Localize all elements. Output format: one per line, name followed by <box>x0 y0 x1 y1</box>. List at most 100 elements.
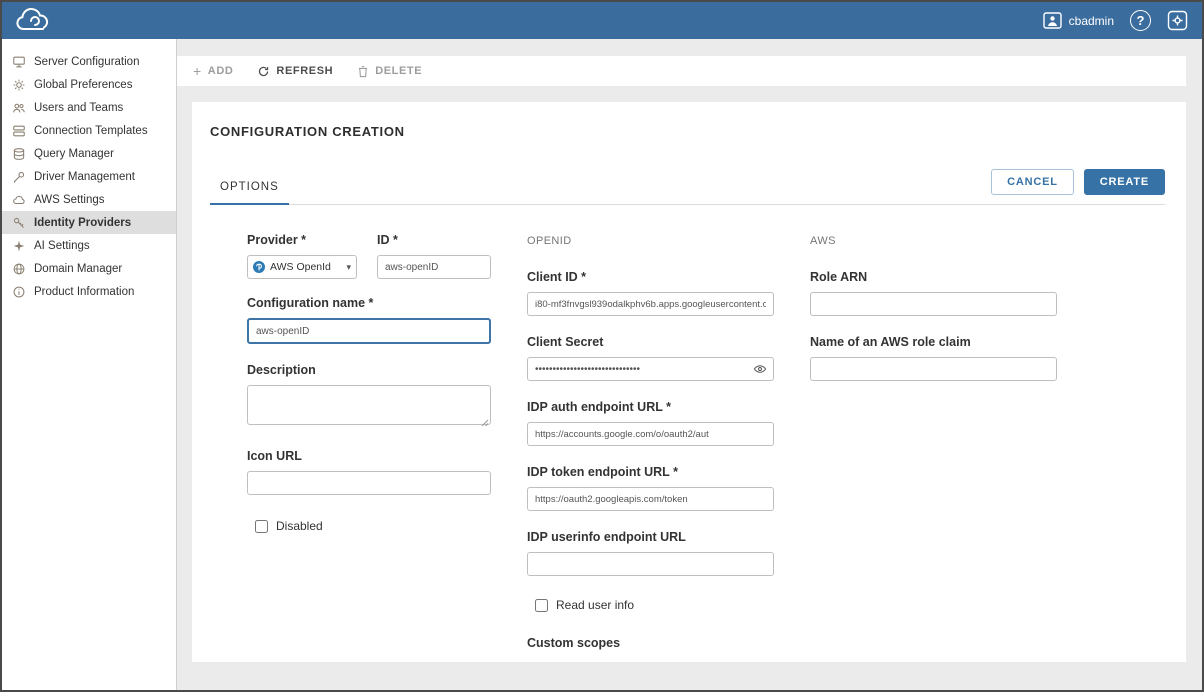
sidebar-label: Domain Manager <box>34 263 122 275</box>
client-secret-input[interactable] <box>527 357 774 381</box>
configuration-name-input[interactable] <box>247 318 491 344</box>
key-icon <box>12 216 26 230</box>
form-column-openid: OPENID Client ID * Client Secret <box>527 233 774 650</box>
provider-value: AWS OpenId <box>270 261 331 273</box>
sidebar-label: Global Preferences <box>34 79 132 91</box>
server-icon <box>12 55 26 69</box>
topbar-actions: cbadmin ? <box>1043 10 1188 31</box>
add-button[interactable]: + ADD <box>193 64 233 78</box>
app-logo[interactable] <box>14 8 52 34</box>
sidebar-label: Product Information <box>34 286 134 298</box>
cloud-logo-icon <box>14 8 52 34</box>
aws-role-claim-label: Name of an AWS role claim <box>810 335 1057 349</box>
database-icon <box>12 147 26 161</box>
sidebar-item-users-and-teams[interactable]: Users and Teams <box>2 96 176 119</box>
sidebar-label: Server Configuration <box>34 56 139 68</box>
delete-button[interactable]: DELETE <box>357 65 422 78</box>
configuration-creation-card: CONFIGURATION CREATION OPTIONS CANCEL CR… <box>192 102 1186 662</box>
sidebar-item-server-configuration[interactable]: Server Configuration <box>2 50 176 73</box>
sidebar-item-connection-templates[interactable]: Connection Templates <box>2 119 176 142</box>
refresh-button[interactable]: REFRESH <box>257 65 333 78</box>
configuration-name-label: Configuration name * <box>247 296 491 310</box>
users-icon <box>12 101 26 115</box>
idp-userinfo-endpoint-input[interactable] <box>527 552 774 576</box>
sidebar-label: Identity Providers <box>34 217 131 229</box>
icon-url-input[interactable] <box>247 471 491 495</box>
cloud-icon <box>12 193 26 207</box>
chevron-down-icon: ▾ <box>346 262 351 273</box>
show-password-button[interactable] <box>753 363 767 375</box>
refresh-icon <box>257 65 270 78</box>
settings-icon <box>1167 10 1188 31</box>
tabs-row: OPTIONS CANCEL CREATE <box>210 169 1165 205</box>
openid-icon <box>253 261 265 273</box>
sidebar-label: AI Settings <box>34 240 90 252</box>
username: cbadmin <box>1069 14 1114 28</box>
read-user-info-label: Read user info <box>556 598 634 612</box>
sidebar-item-ai-settings[interactable]: AI Settings <box>2 234 176 257</box>
description-label: Description <box>247 363 491 377</box>
id-input[interactable] <box>377 255 491 279</box>
sidebar-label: Driver Management <box>34 171 135 183</box>
cancel-button[interactable]: CANCEL <box>991 169 1074 195</box>
admin-sidebar: Server Configuration Global Preferences … <box>2 39 177 690</box>
form-column-general: Provider * AWS OpenId ▾ ID * <box>247 233 491 533</box>
provider-label: Provider * <box>247 233 357 247</box>
client-id-input[interactable] <box>527 292 774 316</box>
sparkle-icon <box>12 239 26 253</box>
eye-icon <box>753 363 767 375</box>
idp-auth-endpoint-input[interactable] <box>527 422 774 446</box>
templates-icon <box>12 124 26 138</box>
description-input[interactable] <box>247 385 491 425</box>
role-arn-input[interactable] <box>810 292 1057 316</box>
form-actions: CANCEL CREATE <box>991 169 1165 195</box>
id-label: ID * <box>377 233 491 247</box>
idp-token-endpoint-label: IDP token endpoint URL * <box>527 465 774 479</box>
top-bar: cbadmin ? <box>2 2 1202 39</box>
globe-icon <box>12 262 26 276</box>
idp-userinfo-endpoint-label: IDP userinfo endpoint URL <box>527 530 774 544</box>
sidebar-label: Connection Templates <box>34 125 148 137</box>
user-menu[interactable]: cbadmin <box>1043 12 1114 29</box>
wrench-icon <box>12 170 26 184</box>
idp-token-endpoint-input[interactable] <box>527 487 774 511</box>
plus-icon: + <box>193 64 202 78</box>
sidebar-label: Query Manager <box>34 148 114 160</box>
sidebar-item-aws-settings[interactable]: AWS Settings <box>2 188 176 211</box>
main-area: + ADD REFRESH DELETE CONFIGURATION CREAT… <box>177 39 1202 690</box>
read-user-info-checkbox[interactable] <box>535 599 548 612</box>
sidebar-item-query-manager[interactable]: Query Manager <box>2 142 176 165</box>
sidebar-item-domain-manager[interactable]: Domain Manager <box>2 257 176 280</box>
page-title: CONFIGURATION CREATION <box>210 102 1165 139</box>
custom-scopes-label: Custom scopes <box>527 636 774 650</box>
sidebar-item-identity-providers[interactable]: Identity Providers <box>2 211 176 234</box>
app-window: cbadmin ? Server Configuration Global Pr… <box>0 0 1204 692</box>
provider-select[interactable]: AWS OpenId ▾ <box>247 255 357 279</box>
help-button[interactable]: ? <box>1130 10 1151 31</box>
idp-auth-endpoint-label: IDP auth endpoint URL * <box>527 400 774 414</box>
sidebar-item-global-preferences[interactable]: Global Preferences <box>2 73 176 96</box>
list-toolbar: + ADD REFRESH DELETE <box>177 56 1186 86</box>
tab-options[interactable]: OPTIONS <box>210 181 289 205</box>
user-icon <box>1043 12 1062 29</box>
settings-button[interactable] <box>1167 10 1188 31</box>
disabled-label: Disabled <box>276 519 323 533</box>
sidebar-item-product-information[interactable]: Product Information <box>2 280 176 303</box>
gear-icon <box>12 78 26 92</box>
disabled-checkbox[interactable] <box>255 520 268 533</box>
aws-section-header: AWS <box>810 235 1057 247</box>
icon-url-label: Icon URL <box>247 449 491 463</box>
sidebar-label: AWS Settings <box>34 194 105 206</box>
sidebar-label: Users and Teams <box>34 102 123 114</box>
trash-icon <box>357 65 369 78</box>
form-column-aws: AWS Role ARN Name of an AWS role claim <box>810 233 1057 400</box>
info-icon <box>12 285 26 299</box>
client-secret-label: Client Secret <box>527 335 774 349</box>
aws-role-claim-input[interactable] <box>810 357 1057 381</box>
openid-section-header: OPENID <box>527 235 774 247</box>
sidebar-item-driver-management[interactable]: Driver Management <box>2 165 176 188</box>
client-id-label: Client ID * <box>527 270 774 284</box>
configuration-form: Provider * AWS OpenId ▾ ID * <box>210 205 1165 650</box>
create-button[interactable]: CREATE <box>1084 169 1165 195</box>
role-arn-label: Role ARN <box>810 270 1057 284</box>
